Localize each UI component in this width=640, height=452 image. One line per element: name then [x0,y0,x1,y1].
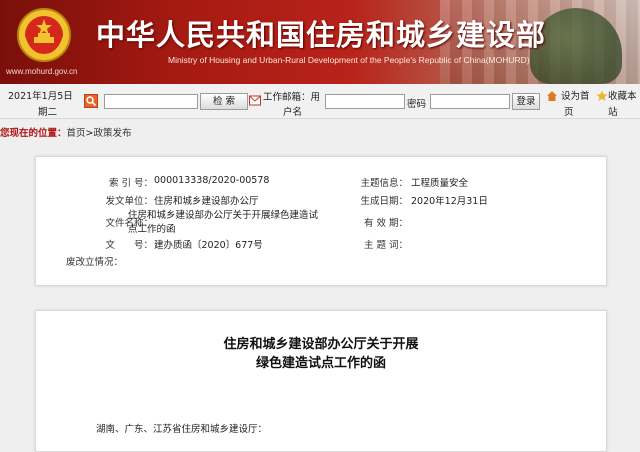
date-value: 2020年12月31日 [411,196,488,207]
password-label: 密码 [407,99,427,110]
keywords-label: 主 题 词： [363,240,408,251]
bookmark-line2[interactable]: 站 [608,104,618,118]
search-input[interactable] [104,94,198,109]
validity-label: 有 效 期： [363,218,408,229]
national-emblem-icon[interactable] [16,7,72,63]
mail-icon[interactable] [249,95,261,106]
search-icon[interactable] [84,94,98,108]
docname-value-line2: 点工作的函 [128,224,176,235]
index-value: 000013338/2020-00578 [154,175,270,186]
login-button[interactable]: 登录 [512,93,540,110]
set-homepage-line2[interactable]: 页 [564,104,574,118]
breadcrumb: 您现在的位置：首页>政策发布 [0,125,132,139]
document-metadata-card: 索 引 号： 000013338/2020-00578 发文单位： 住房和城乡建… [35,156,607,286]
site-banner: www.mohurd.gov.cn 中华人民共和国住房和城乡建设部 Minist… [0,0,640,84]
username-label: 户名 [283,107,303,118]
article-title-line1: 住房和城乡建设部办公厅关于开展 [223,337,419,352]
breadcrumb-home-link[interactable]: 首页 [67,128,86,139]
home-icon[interactable] [546,90,558,102]
docno-value: 建办质函〔2020〕677号 [154,240,263,251]
password-input[interactable] [430,94,510,109]
bookmark-line1[interactable]: 收藏本 [608,88,637,102]
page: www.mohurd.gov.cn 中华人民共和国住房和城乡建设部 Minist… [0,0,640,452]
username-input[interactable] [325,94,405,109]
top-toolbar: 2021年1月5日 期二 检 索 工作邮箱：用 户名 密码 登录 设为首 页 收… [0,84,640,119]
breadcrumb-section-link[interactable]: 政策发布 [94,128,132,139]
set-homepage-line1[interactable]: 设为首 [561,88,590,102]
star-icon[interactable] [596,90,608,102]
breadcrumb-separator: > [85,128,94,139]
ministry-title: 中华人民共和国住房和城乡建设部 [96,18,547,52]
docname-value-line1: 住房和城乡建设部办公厅关于开展绿色建造试 [128,210,319,221]
issuer-label: 发文单位： [105,196,153,207]
subject-value: 工程质量安全 [411,178,469,189]
abolished-label: 废改立情况： [65,257,123,268]
date-label: 生成日期： [360,196,408,207]
site-url: www.mohurd.gov.cn [6,67,78,76]
search-button[interactable]: 检 索 [200,93,248,110]
subject-label: 主题信息： [360,178,408,189]
docno-label: 文 号： [105,240,153,251]
current-weekday: 期二 [38,107,58,118]
current-date: 2021年1月5日 [8,91,73,102]
index-label: 索 引 号： [108,178,153,189]
article-recipients: 湖南、广东、江苏省住房和城乡建设厅： [96,424,268,435]
breadcrumb-prefix: 您现在的位置： [0,128,67,139]
article-card: 住房和城乡建设部办公厅关于开展 绿色建造试点工作的函 湖南、广东、江苏省住房和城… [35,310,607,452]
ministry-title-english: Ministry of Housing and Urban-Rural Deve… [168,55,530,65]
workbox-label: 工作邮箱：用 [263,92,321,103]
issuer-value: 住房和城乡建设部办公厅 [154,196,259,207]
article-title-line2: 绿色建造试点工作的函 [255,356,386,371]
